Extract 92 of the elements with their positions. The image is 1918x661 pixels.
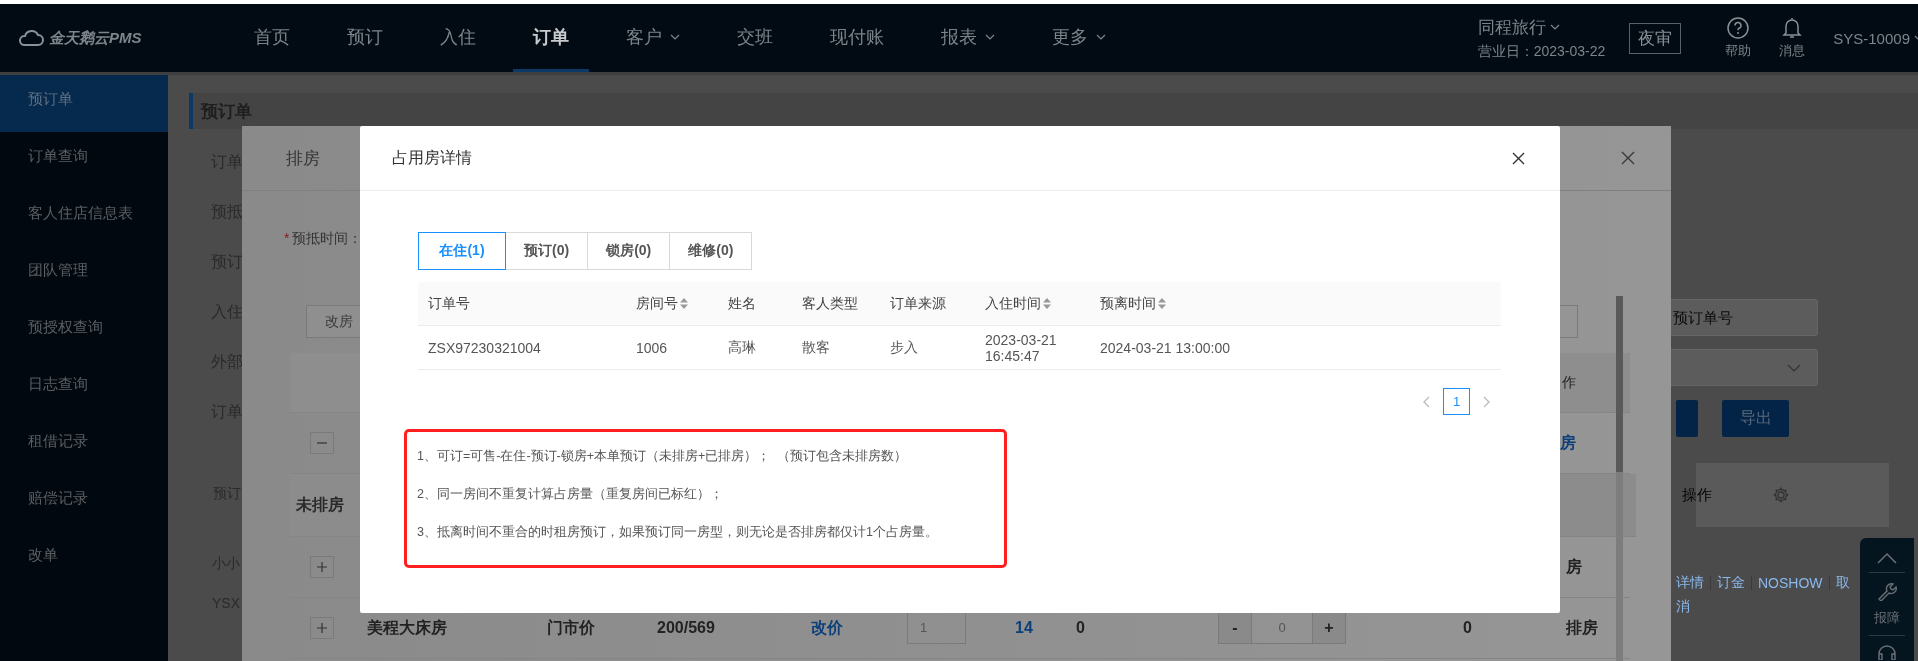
- hotel-selector[interactable]: 同程旅行: [1477, 15, 1606, 39]
- chevron-down-icon: [1787, 363, 1801, 372]
- table-cell: 高琳: [728, 338, 756, 357]
- headset-icon[interactable]: [1877, 644, 1897, 660]
- chevron-down-icon[interactable]: [985, 33, 995, 40]
- plus-icon: [316, 623, 327, 633]
- table-cell-text: 0: [1076, 619, 1086, 637]
- sidebar-item[interactable]: 租借记录: [0, 417, 168, 474]
- expand-button[interactable]: [309, 617, 334, 639]
- column-header: 作: [1561, 373, 1576, 392]
- sidebar-item[interactable]: 预授权查询: [0, 303, 168, 360]
- sidebar-item[interactable]: 客人住店信息表: [0, 189, 168, 246]
- bell-icon[interactable]: [1782, 16, 1803, 39]
- row-link[interactable]: 详情: [1676, 574, 1704, 592]
- row-link[interactable]: 取: [1835, 574, 1850, 592]
- table-cell: 1006: [636, 339, 668, 356]
- change-price-link[interactable]: 改价: [811, 617, 907, 639]
- help-icon[interactable]: [1727, 16, 1750, 39]
- chevron-down-icon[interactable]: [1549, 24, 1560, 30]
- tab[interactable]: 维修(0): [669, 232, 753, 270]
- help-label: 帮助: [1725, 41, 1752, 60]
- required-mark: *: [284, 230, 290, 248]
- row-link[interactable]: 订金: [1717, 574, 1745, 592]
- available-count[interactable]: 14: [1015, 619, 1076, 637]
- column-header: 房间号: [636, 294, 678, 313]
- room-price: 200/569: [657, 619, 716, 637]
- table-cell-text: 0: [1463, 619, 1473, 637]
- assign-link[interactable]: 排房: [1551, 617, 1598, 639]
- row-link[interactable]: NOSHOW: [1758, 575, 1823, 591]
- sidebar-item[interactable]: 订单查询: [0, 132, 168, 189]
- group-label: 未排房: [296, 494, 344, 515]
- sidebar-item[interactable]: 预订单: [0, 75, 168, 132]
- column-header: 订单来源: [890, 294, 946, 313]
- table-cell: ZSX97230321004: [428, 339, 541, 356]
- expand-button[interactable]: [309, 556, 334, 578]
- nav-item[interactable]: 更多: [1032, 4, 1126, 72]
- tab[interactable]: 在住(1): [418, 232, 506, 270]
- cloud-logo-icon: [18, 30, 44, 46]
- plus-button[interactable]: +: [1313, 613, 1345, 643]
- table-cell: 散客: [802, 338, 830, 357]
- chevron-up-icon[interactable]: [1877, 552, 1897, 564]
- note-text: 3、抵离时间不重合的时租房预订，如果预订同一房型，则无论是否排房都仅计1个占房量。: [417, 524, 939, 541]
- collapse-button[interactable]: [309, 432, 334, 454]
- room-type: 美程大床房: [367, 617, 448, 638]
- price-type: 门市价: [547, 617, 596, 638]
- page-button[interactable]: 1: [1443, 388, 1470, 415]
- column-header: 操作: [1682, 485, 1712, 505]
- nav-item[interactable]: 现付账: [810, 4, 904, 72]
- close-icon[interactable]: [1512, 151, 1525, 165]
- column-header: 姓名: [728, 294, 756, 313]
- export-button[interactable]: 导出: [1722, 400, 1789, 437]
- tab[interactable]: 预订(0): [505, 232, 589, 270]
- chevron-down-icon[interactable]: [1096, 33, 1106, 40]
- sidebar-item[interactable]: 赔偿记录: [0, 474, 168, 531]
- sidebar-item[interactable]: 日志查询: [0, 360, 168, 417]
- sort-icon[interactable]: [679, 297, 689, 310]
- nav-item[interactable]: 订单: [513, 4, 589, 72]
- dialog-title: 占用房详情: [392, 147, 472, 168]
- sidebar-item[interactable]: 团队管理: [0, 246, 168, 303]
- user-menu[interactable]: SYS-10009: [1833, 29, 1918, 47]
- nav-item[interactable]: 首页: [234, 4, 310, 72]
- minus-button[interactable]: -: [1219, 613, 1251, 643]
- nav-item[interactable]: 入住: [420, 4, 496, 72]
- note-text: 1、可订=可售-在住-预订-锁房+本单预订（未排房+已排房）； （预订包含未排房数）: [417, 448, 909, 465]
- tab[interactable]: 锁房(0): [587, 232, 671, 270]
- nav-item[interactable]: 报表: [921, 4, 1015, 72]
- field-label: 预抵时间：: [292, 230, 363, 248]
- sort-icon[interactable]: [1042, 297, 1052, 310]
- table-cell: 步入: [890, 338, 918, 357]
- note-text: 2、同一房间不重复计算占房量（重复房间已标红）；: [417, 486, 724, 503]
- logo-text: 金天鹅云PMS: [49, 28, 142, 48]
- wrench-icon[interactable]: [1877, 581, 1897, 601]
- dialog-title: 排房: [286, 147, 320, 170]
- table-cell-text: 2023-03-21 16:45:47: [985, 331, 1058, 364]
- column-header: 预离时间: [1100, 294, 1156, 313]
- row-link[interactable]: 消: [1676, 598, 1690, 616]
- nav-item[interactable]: 交班: [717, 4, 793, 72]
- sort-icon[interactable]: [1157, 297, 1167, 310]
- column-header: 客人类型: [802, 294, 858, 313]
- business-date: 营业日：2023-03-22: [1477, 42, 1606, 61]
- column-header: 订单号: [428, 294, 470, 313]
- scrollbar[interactable]: [1616, 296, 1623, 661]
- chevron-down-icon[interactable]: [670, 33, 680, 40]
- sidebar-item[interactable]: 改单: [0, 531, 168, 588]
- messages-label: 消息: [1779, 41, 1806, 60]
- nav-item[interactable]: 客户: [606, 4, 700, 72]
- report-label: 报障: [1874, 609, 1900, 627]
- nav-item[interactable]: 预订: [327, 4, 403, 72]
- column-header: 入住时间: [985, 294, 1041, 313]
- plus-icon: [316, 562, 327, 572]
- night-audit-button[interactable]: 夜审: [1629, 22, 1682, 54]
- table-cell: 2024-03-21 13:00:00: [1100, 339, 1230, 356]
